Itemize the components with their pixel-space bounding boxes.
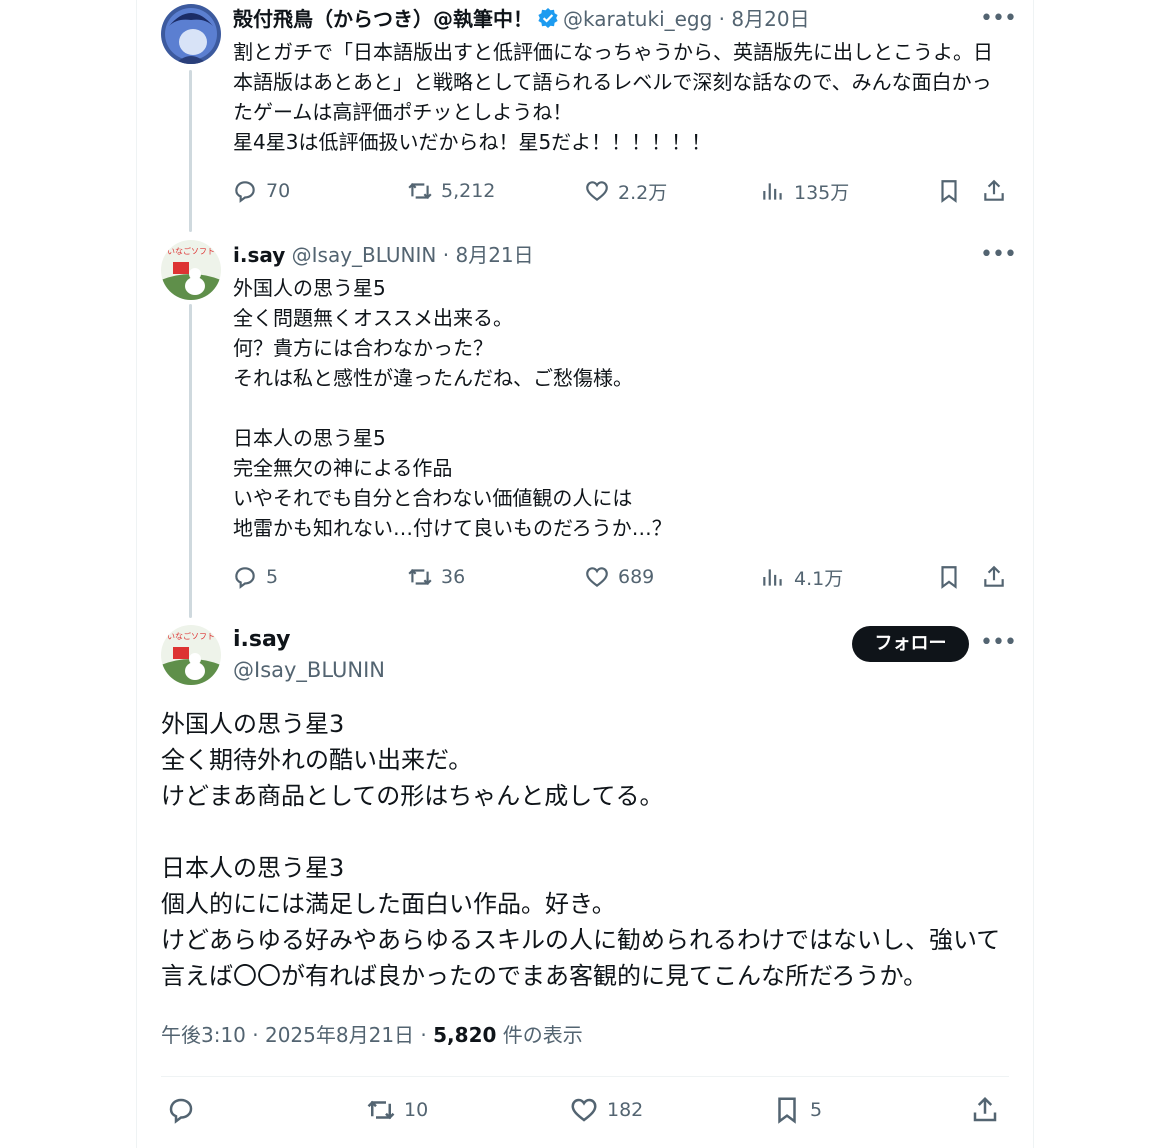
bookmark-button[interactable] bbox=[936, 175, 962, 207]
reply-icon bbox=[235, 567, 255, 589]
like-button[interactable]: 689 bbox=[584, 561, 654, 593]
author-name[interactable]: 殻付飛鳥（からつき）@執筆中！ bbox=[233, 7, 533, 31]
more-options-icon[interactable]: ••• bbox=[980, 244, 1017, 266]
reply-icon bbox=[169, 1098, 193, 1124]
heart-icon bbox=[571, 1098, 597, 1122]
more-options-icon[interactable]: ••• bbox=[980, 8, 1017, 30]
main-tweet-text: 外国人の思う星3 全く期待外れの酷い出来だ。 けどまあ商品としての形はちゃんと成… bbox=[161, 710, 1001, 990]
main-author-handle[interactable]: @Isay_BLUNIN bbox=[233, 657, 385, 683]
tweet-text: 割とガチで「日本語版出すと低評価になっちゃうから、英語版先に出しとこうよ。日本語… bbox=[233, 40, 993, 154]
retweet-icon bbox=[367, 1100, 395, 1120]
thread-connector bbox=[189, 70, 192, 232]
share-button[interactable] bbox=[970, 1094, 1000, 1126]
reply-button[interactable]: 5 bbox=[232, 561, 278, 593]
bookmark-icon bbox=[941, 566, 957, 589]
avatar-logo-text: いなごソフト bbox=[167, 246, 215, 256]
views-chart-icon bbox=[763, 183, 782, 200]
share-icon bbox=[984, 565, 1004, 587]
retweet-button[interactable]: 10 bbox=[366, 1094, 428, 1126]
tweet-text: 外国人の思う星5 全く問題無くオススメ出来る。 何？貴方には合わなかった？ それ… bbox=[233, 276, 672, 540]
bookmark-icon bbox=[778, 1097, 796, 1124]
view-label: 件の表示 bbox=[496, 1023, 583, 1047]
retweet-icon bbox=[408, 182, 432, 200]
bookmark-button[interactable]: 5 bbox=[772, 1094, 822, 1126]
reply-icon bbox=[235, 181, 255, 203]
avatar[interactable]: いなごソフト bbox=[161, 240, 221, 300]
author-name[interactable]: i.say bbox=[233, 243, 285, 267]
retweet-icon bbox=[408, 568, 432, 586]
heart-icon bbox=[586, 181, 608, 202]
tweet-date[interactable]: 8月21日 bbox=[455, 243, 533, 267]
share-icon bbox=[973, 1096, 997, 1122]
main-tweet-actions: 10 182 5 bbox=[166, 1094, 1006, 1126]
views-chart-icon bbox=[763, 569, 782, 586]
tweet-actions: 70 5,212 2.2万 135万 bbox=[232, 175, 1012, 207]
verified-badge-icon bbox=[537, 7, 559, 35]
avatar[interactable] bbox=[161, 4, 221, 64]
views-button[interactable]: 4.1万 bbox=[760, 561, 843, 593]
retweet-button[interactable]: 5,212 bbox=[407, 175, 495, 207]
more-options-icon[interactable]: ••• bbox=[980, 632, 1017, 654]
heart-icon bbox=[586, 567, 608, 588]
author-handle[interactable]: @karatuki_egg bbox=[563, 7, 712, 31]
tweet-header: i.say @Isay_BLUNIN · 8月21日 bbox=[233, 243, 534, 267]
views-button[interactable]: 135万 bbox=[760, 175, 849, 207]
like-button[interactable]: 182 bbox=[569, 1094, 643, 1126]
divider bbox=[161, 1076, 1009, 1077]
bookmark-button[interactable] bbox=[936, 561, 962, 593]
retweet-button[interactable]: 36 bbox=[407, 561, 465, 593]
thread-connector bbox=[189, 304, 192, 618]
share-button[interactable] bbox=[981, 175, 1007, 207]
main-author-name[interactable]: i.say bbox=[233, 627, 291, 653]
timestamp-link[interactable]: 午後3:10 · 2025年8月21日 · bbox=[161, 1023, 433, 1047]
reply-button[interactable] bbox=[166, 1094, 196, 1126]
bookmark-icon bbox=[941, 180, 957, 203]
avatar-logo-text: いなごソフト bbox=[167, 631, 215, 641]
share-icon bbox=[984, 179, 1004, 201]
avatar[interactable]: いなごソフト bbox=[161, 625, 221, 685]
like-button[interactable]: 2.2万 bbox=[584, 175, 667, 207]
view-count: 5,820 bbox=[433, 1023, 497, 1047]
tweet-timestamp: 午後3:10 · 2025年8月21日 · 5,820 件の表示 bbox=[161, 1019, 583, 1048]
tweet-date[interactable]: 8月20日 bbox=[731, 7, 809, 31]
tweet-header: 殻付飛鳥（からつき）@執筆中！ @karatuki_egg · 8月20日 bbox=[233, 6, 810, 35]
follow-button[interactable]: フォロー bbox=[852, 626, 969, 662]
share-button[interactable] bbox=[981, 561, 1007, 593]
reply-button[interactable]: 70 bbox=[232, 175, 290, 207]
author-handle[interactable]: @Isay_BLUNIN bbox=[292, 243, 437, 267]
tweet-actions: 5 36 689 4.1万 bbox=[232, 561, 1012, 593]
